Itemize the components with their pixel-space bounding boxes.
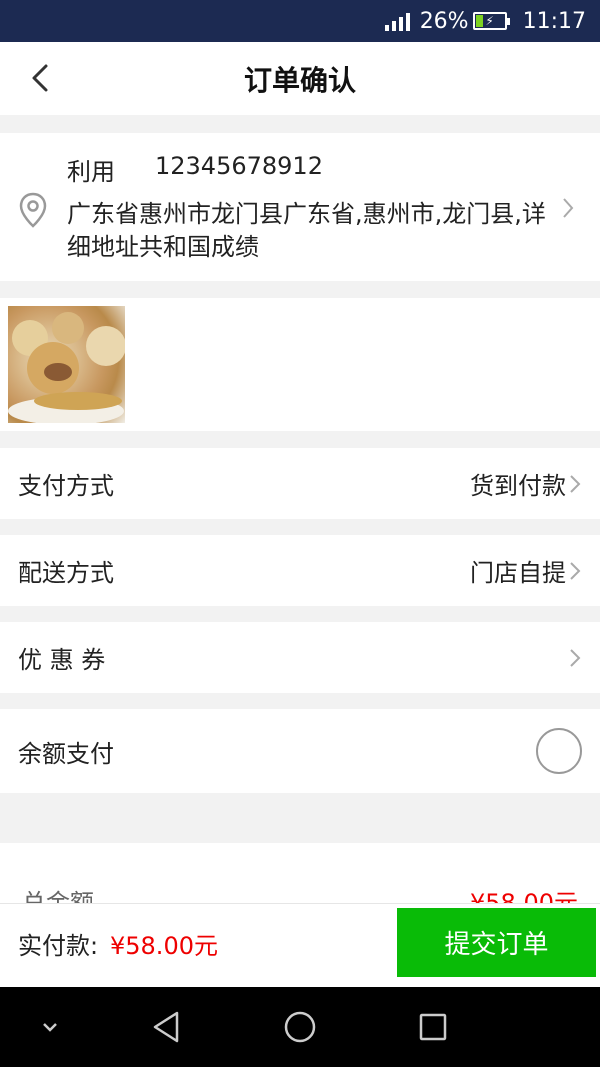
clock: 11:17 <box>522 8 586 34</box>
payment-method-label: 支付方式 <box>18 472 114 500</box>
total-value: ¥58.00元 <box>470 889 578 903</box>
address-phone: 12345678912 <box>155 152 323 180</box>
page-title: 订单确认 <box>243 63 356 97</box>
nav-recents-button[interactable] <box>413 1007 453 1047</box>
signal-icon <box>384 11 410 31</box>
chevron-right-icon <box>563 198 574 218</box>
delivery-method-row[interactable]: 配送方式 门店自提 <box>0 535 600 606</box>
header: 订单确认 <box>0 42 600 115</box>
balance-payment-radio[interactable] <box>536 728 582 774</box>
delivery-method-value: 门店自提 <box>470 559 566 587</box>
coupon-row[interactable]: 优 惠 券 <box>0 622 600 693</box>
delivery-method-label: 配送方式 <box>18 559 114 587</box>
system-nav-bar <box>0 987 600 1067</box>
total-card: 总金额 ¥58.00元 <box>0 843 600 903</box>
square-recents-icon <box>419 1013 447 1041</box>
battery-charging-icon: ⚡ <box>472 12 510 30</box>
nav-home-button[interactable] <box>280 1007 320 1047</box>
chevron-left-icon <box>32 64 48 92</box>
status-bar: 26% ⚡ 11:17 <box>0 0 600 42</box>
paid-label: 实付款: <box>18 932 99 960</box>
balance-payment-row: 余额支付 <box>0 709 600 793</box>
product-image[interactable] <box>8 306 125 423</box>
paid-amount: ¥58.00元 <box>110 932 218 960</box>
coupon-label: 优 惠 券 <box>18 646 106 674</box>
triangle-back-icon <box>153 1011 179 1043</box>
chevron-right-icon <box>570 648 581 667</box>
payment-method-row[interactable]: 支付方式 货到付款 <box>0 448 600 519</box>
chevron-right-icon <box>570 474 581 493</box>
balance-payment-label: 余额支付 <box>18 739 114 768</box>
payment-method-value: 货到付款 <box>470 472 566 500</box>
nav-hide-button[interactable] <box>30 1007 70 1047</box>
chevron-right-icon <box>570 561 581 580</box>
location-pin-icon <box>19 192 47 228</box>
back-button[interactable] <box>22 60 58 96</box>
address-text: 广东省惠州市龙门县广东省,惠州市,龙门县,详细地址共和国成绩 <box>67 200 546 261</box>
nav-back-button[interactable] <box>146 1007 186 1047</box>
total-label: 总金额 <box>22 889 94 903</box>
address-name: 利用 <box>67 158 115 186</box>
submit-order-button[interactable]: 提交订单 <box>397 908 596 977</box>
circle-home-icon <box>284 1011 316 1043</box>
chevron-down-icon <box>43 1023 57 1032</box>
battery-percent: 26% <box>419 8 469 34</box>
